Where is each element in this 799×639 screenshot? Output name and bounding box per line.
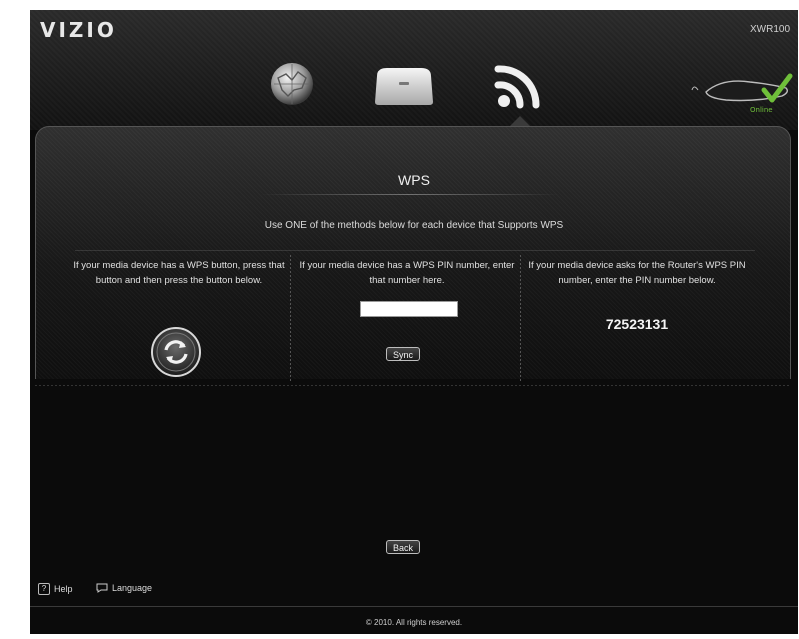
device-pin-input[interactable]: [360, 301, 458, 317]
model-name: XWR100: [749, 24, 790, 35]
wifi-icon[interactable]: [492, 59, 548, 111]
back-button[interactable]: Back: [386, 540, 421, 554]
wps-instructions: Use ONE of the methods below for each de…: [264, 220, 564, 231]
vizio-logo: VIZIO: [40, 18, 117, 42]
copyright-text: © 2010. All rights reserved.: [365, 618, 463, 627]
speech-bubble-icon: [96, 583, 108, 593]
language-label: Language: [112, 583, 153, 593]
sync-button[interactable]: Sync: [386, 347, 421, 361]
title-divider: [260, 194, 560, 195]
router-pin-value: 72523131: [605, 316, 669, 332]
panel-bottom-divider: [35, 385, 789, 386]
footer-divider: [30, 606, 798, 607]
router-icon[interactable]: [373, 66, 435, 106]
page-title: WPS: [398, 172, 430, 188]
help-icon: ?: [38, 583, 50, 595]
app-frame: VIZIO XWR100 Online WPS Use ONE of the m…: [30, 10, 798, 634]
globe-icon[interactable]: [268, 60, 316, 108]
column-divider: [520, 255, 521, 381]
column-divider: [290, 255, 291, 381]
language-link[interactable]: Language: [96, 583, 152, 593]
wps-push-button[interactable]: [150, 326, 202, 378]
help-label: Help: [54, 584, 73, 594]
active-tab-pointer: [510, 116, 530, 126]
help-link[interactable]: ? Help: [38, 583, 73, 595]
online-device-icon: [691, 73, 793, 103]
online-status-label: Online: [750, 106, 773, 114]
columns-divider: [75, 250, 755, 251]
